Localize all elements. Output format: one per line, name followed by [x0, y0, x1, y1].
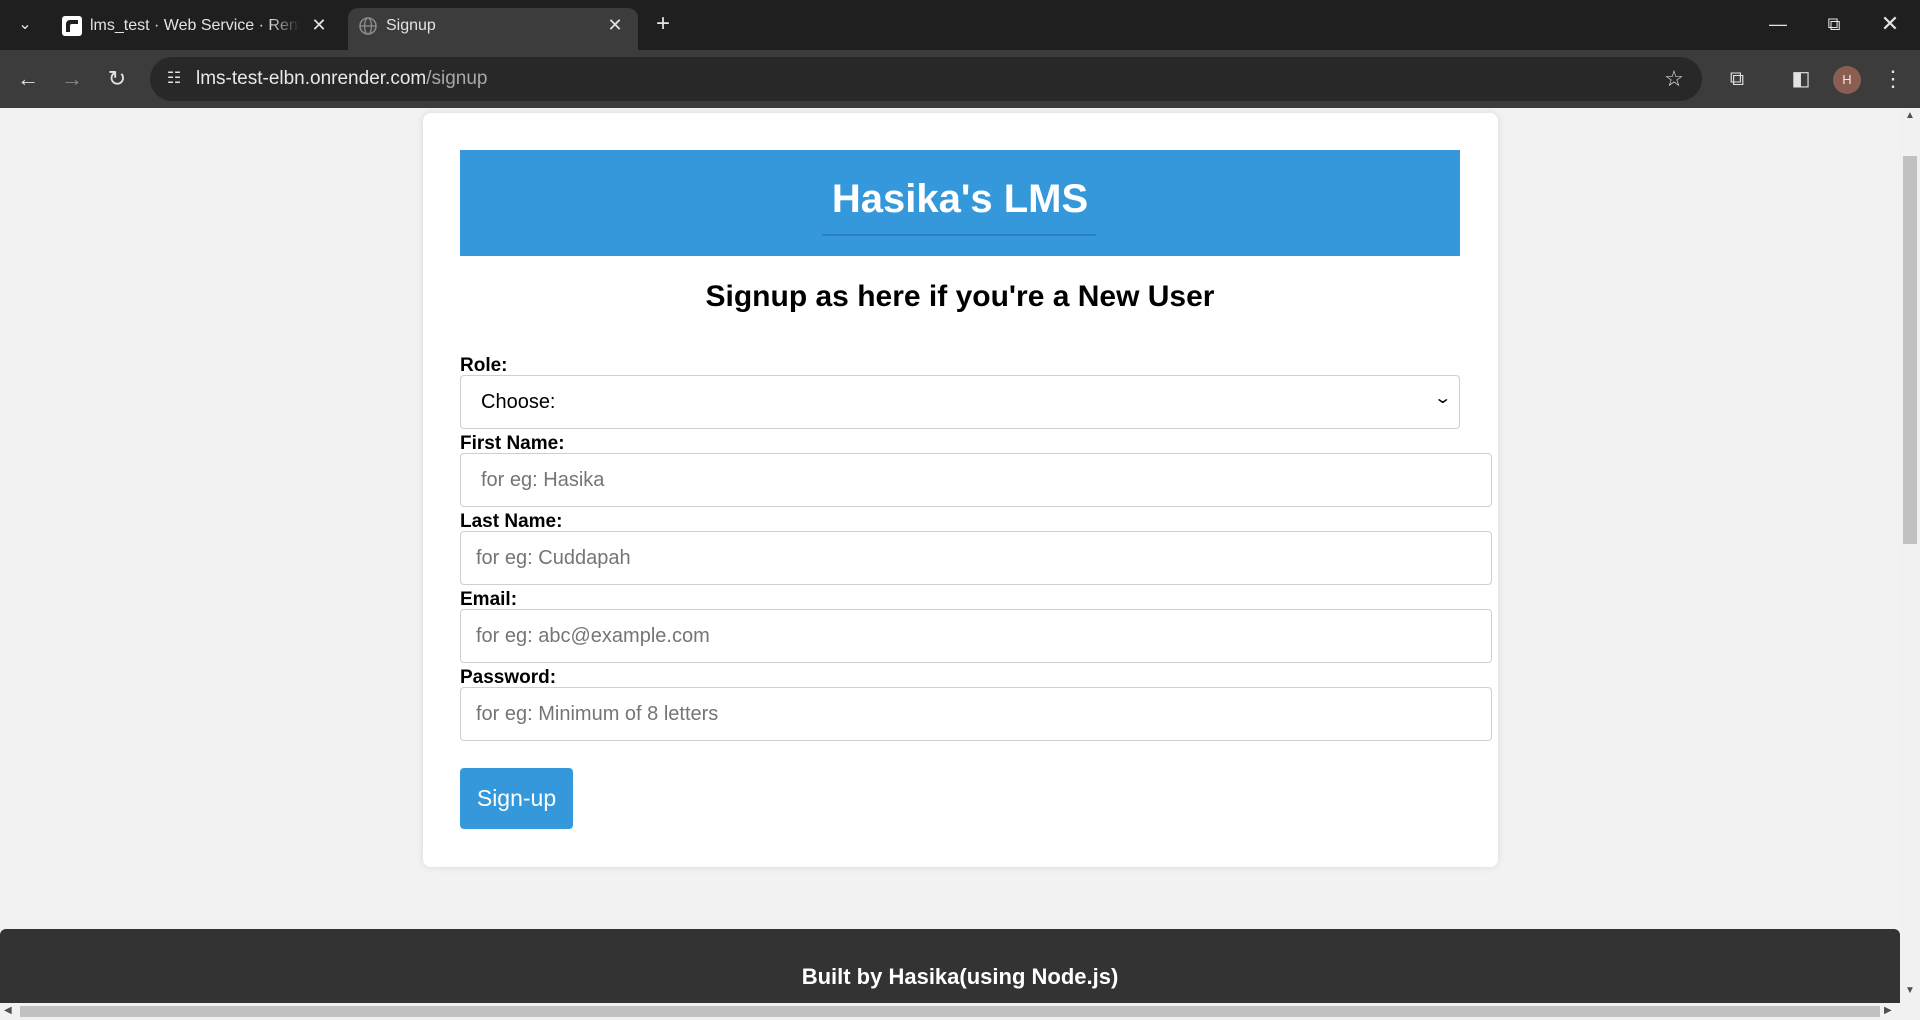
password-input[interactable] [460, 687, 1492, 741]
render-logo-icon [62, 16, 82, 36]
tab-title: lms_test · Web Service · Render [90, 17, 300, 34]
address-bar[interactable]: ☷ lms-test-elbn.onrender.com/signup ☆ [150, 57, 1702, 101]
tab-render-dashboard[interactable]: lms_test · Web Service · Render ✕ [52, 8, 342, 50]
tab-title: Signup [386, 17, 436, 34]
signup-button[interactable]: Sign-up [460, 768, 573, 829]
tab-signup[interactable]: Signup ✕ [348, 8, 638, 50]
reload-icon[interactable]: ↻ [101, 63, 133, 95]
last-name-label: Last Name: [460, 511, 563, 532]
role-select[interactable]: Choose: ⌄ [460, 375, 1460, 429]
signup-card: Hasika's LMS Signup as here if you're a … [423, 113, 1498, 867]
first-name-label: First Name: [460, 433, 565, 454]
forward-arrow-icon[interactable]: → [56, 63, 88, 95]
horizontal-scrollbar[interactable]: ◀ ▶ [0, 1003, 1920, 1020]
page-footer: Built by Hasika(using Node.js) [0, 929, 1900, 1003]
browser-tab-strip: ⌄ lms_test · Web Service · Render ✕ Sign… [0, 0, 1920, 50]
site-info-icon[interactable]: ☷ [160, 65, 188, 93]
window-close-icon[interactable]: ✕ [1862, 0, 1918, 50]
email-input[interactable] [460, 609, 1492, 663]
bookmark-star-icon[interactable]: ☆ [1660, 65, 1688, 93]
page-viewport: Hasika's LMS Signup as here if you're a … [0, 108, 1900, 1003]
password-label: Password: [460, 667, 557, 688]
window-restore-icon[interactable]: ⧉ [1806, 0, 1862, 50]
vertical-scrollbar[interactable]: ▲ ▼ [1900, 108, 1920, 1003]
browser-toolbar: ← → ↻ ☷ lms-test-elbn.onrender.com/signu… [0, 50, 1920, 108]
footer-text: Built by Hasika(using Node.js) [801, 964, 1119, 989]
new-tab-plus-icon[interactable]: + [648, 10, 678, 40]
url-text[interactable]: lms-test-elbn.onrender.com/signup [196, 68, 488, 90]
extensions-puzzle-icon[interactable]: ⧉ [1722, 64, 1752, 94]
chevron-down-icon: ⌄ [1432, 390, 1452, 407]
back-arrow-icon[interactable]: ← [12, 63, 44, 95]
scroll-up-arrow-icon[interactable]: ▲ [1900, 110, 1920, 126]
scroll-right-arrow-icon[interactable]: ▶ [1884, 1005, 1892, 1016]
vertical-scroll-thumb[interactable] [1903, 156, 1917, 544]
title-underline [822, 234, 1096, 236]
email-label: Email: [460, 589, 518, 610]
page-heading: Signup as here if you're a New User [705, 280, 1215, 313]
role-selected-value: Choose: [481, 391, 556, 413]
profile-avatar[interactable]: H [1833, 66, 1861, 94]
first-name-input[interactable] [460, 453, 1492, 507]
url-host: lms-test-elbn.onrender.com [196, 68, 427, 89]
scroll-down-arrow-icon[interactable]: ▼ [1900, 985, 1920, 1001]
last-name-input[interactable] [460, 531, 1492, 585]
scroll-left-arrow-icon[interactable]: ◀ [4, 1005, 12, 1016]
url-path: /signup [426, 68, 488, 89]
role-label: Role: [460, 355, 508, 376]
tab-search-chevron-icon[interactable]: ⌄ [10, 11, 40, 39]
site-title: Hasika's LMS [831, 177, 1089, 221]
side-panel-icon[interactable]: ◧ [1786, 64, 1816, 94]
horizontal-scroll-thumb[interactable] [20, 1006, 1880, 1017]
window-minimize-icon[interactable]: — [1750, 0, 1806, 50]
close-icon[interactable]: ✕ [308, 14, 330, 36]
kebab-menu-icon[interactable]: ⋮ [1878, 64, 1908, 94]
close-icon[interactable]: ✕ [604, 14, 626, 36]
globe-icon [359, 17, 377, 35]
header-banner: Hasika's LMS [460, 150, 1460, 256]
